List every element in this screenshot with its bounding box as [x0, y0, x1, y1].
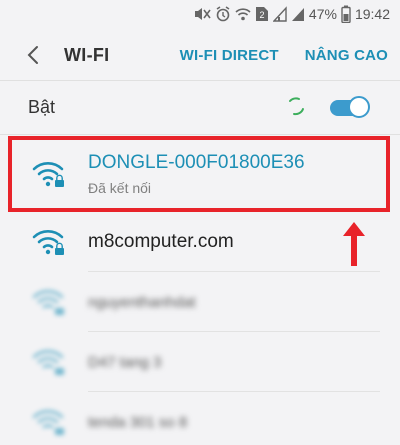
advanced-button[interactable]: NÂNG CAO [305, 47, 388, 64]
signal-icon [272, 5, 287, 23]
network-text: tenda 301 so 8 [88, 414, 187, 431]
sim-icon: 2 [255, 5, 269, 23]
network-item[interactable]: D47 tang 3 [0, 332, 400, 392]
wifi-toggle-label: Bật [28, 96, 56, 117]
wifi-lock-icon [32, 350, 64, 375]
battery-percent: 47% [308, 6, 337, 22]
network-name: m8computer.com [88, 231, 234, 252]
app-header: WI-FI WI-FI DIRECT NÂNG CAO [0, 30, 400, 80]
network-name: D47 tang 3 [88, 353, 162, 371]
network-status: Đã kết nối [88, 180, 152, 196]
network-text: m8computer.com [88, 231, 234, 253]
network-name: nguyenthanhdat [88, 293, 196, 311]
battery-icon [341, 5, 351, 23]
header-actions: WI-FI DIRECT NÂNG CAO [180, 47, 388, 64]
header-divider [0, 80, 400, 81]
wifi-toggle-row[interactable]: Bật [0, 82, 400, 132]
wifi-settings-screen: 2 47% 19:42 WI-FI WI-FI DIRECT NÂNG CAO … [0, 0, 400, 445]
scanning-spinner-icon [289, 97, 304, 116]
wifi-switch[interactable] [328, 96, 372, 120]
mute-icon [193, 5, 211, 23]
network-list: DONGLE-000F01800E36 Đã kết nối m8compute… [0, 136, 400, 445]
signal-icon [291, 5, 305, 23]
network-item-connected[interactable]: DONGLE-000F01800E36 Đã kết nối [0, 136, 400, 212]
network-name: tenda 301 so 8 [88, 413, 188, 431]
network-text: DONGLE-000F01800E36 Đã kết nối [88, 152, 305, 196]
wifi-signal-icon [235, 5, 251, 23]
network-text: nguyenthanhdat [88, 294, 196, 311]
network-name: DONGLE-000F01800E36 [88, 152, 305, 173]
chevron-left-icon [27, 46, 38, 64]
clock: 19:42 [354, 6, 390, 22]
wifi-direct-button[interactable]: WI-FI DIRECT [180, 47, 279, 64]
wifi-lock-icon [32, 290, 64, 315]
wifi-lock-icon [32, 162, 64, 187]
network-text: D47 tang 3 [88, 354, 161, 371]
up-arrow-icon [343, 222, 365, 266]
wifi-lock-icon [32, 410, 64, 435]
status-bar: 2 47% 19:42 [0, 0, 400, 28]
network-item[interactable]: tenda 301 so 8 [0, 392, 400, 445]
alarm-icon [215, 5, 231, 23]
back-button[interactable] [22, 44, 44, 66]
wifi-lock-icon [32, 230, 64, 255]
network-item[interactable]: nguyenthanhdat [0, 272, 400, 332]
switch-knob [348, 96, 370, 118]
sim-badge: 2 [259, 10, 264, 20]
page-title: WI-FI [64, 44, 110, 65]
toggle-divider [0, 134, 400, 135]
